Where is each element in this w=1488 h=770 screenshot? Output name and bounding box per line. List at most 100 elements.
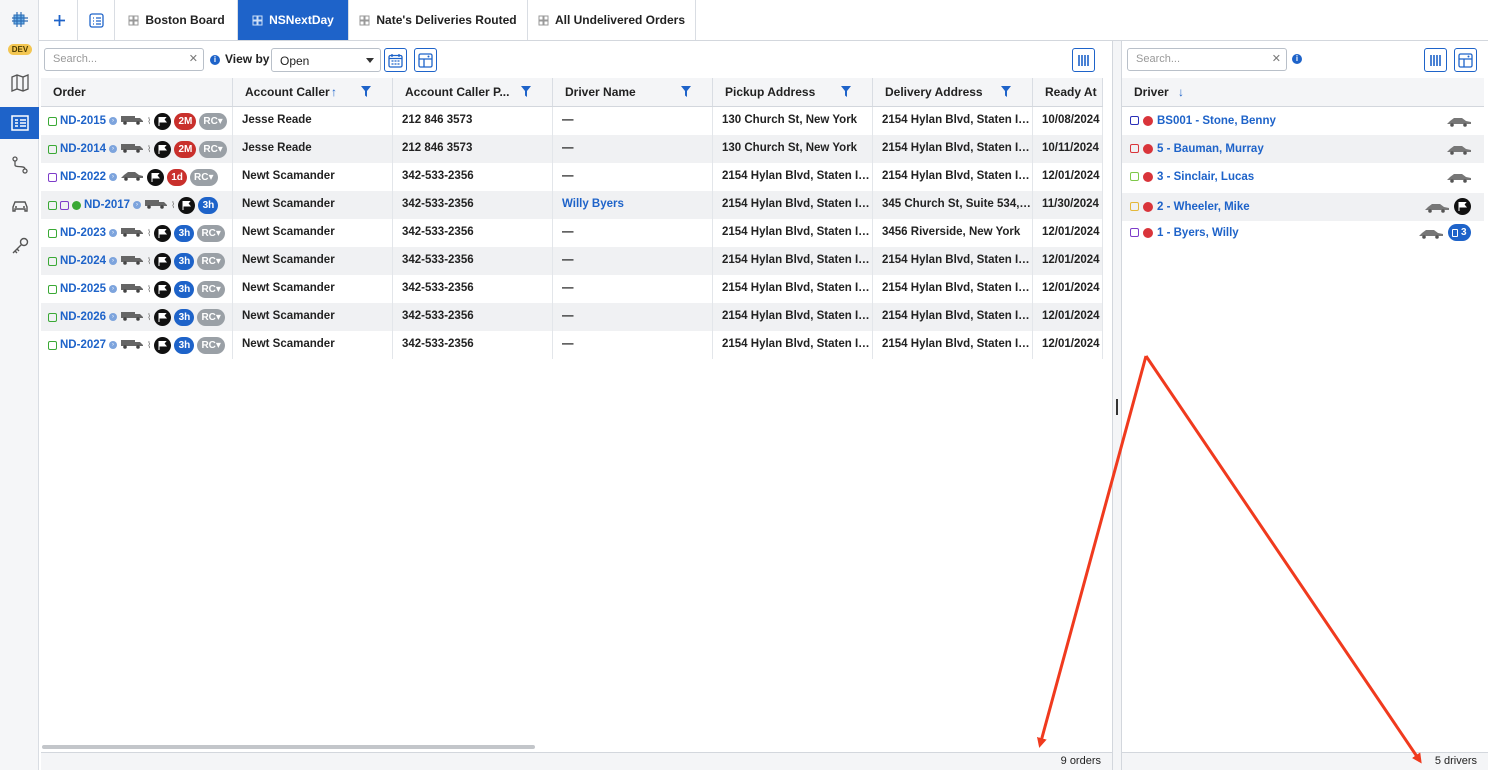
col-account-caller[interactable]: Account Caller ↑: [233, 78, 393, 106]
col-order[interactable]: Order: [41, 78, 233, 106]
flag-icon[interactable]: [154, 308, 172, 326]
driver-row[interactable]: BS001 - Stone, Benny: [1122, 107, 1484, 135]
order-id-link[interactable]: ND-2015: [60, 115, 106, 127]
table-row[interactable]: ND-2024 › ⌇ 3h RC▾ Newt Scamander 342-533-2356…: [41, 247, 1103, 275]
order-id-link[interactable]: ND-2014: [60, 143, 106, 155]
driver-row[interactable]: 5 - Bauman, Murray: [1122, 135, 1484, 163]
tab-boston-board[interactable]: Boston Board: [116, 0, 238, 40]
splitter-handle[interactable]: [1116, 399, 1118, 415]
order-cell[interactable]: ND-2027 › ⌇ 3h RC▾: [41, 331, 233, 359]
map-icon[interactable]: [0, 68, 39, 98]
driver-name-link[interactable]: 2 - Wheeler, Mike: [1157, 193, 1250, 221]
table-row[interactable]: ND-2027 › ⌇ 3h RC▾ Newt Scamander 342-533-2356…: [41, 331, 1103, 359]
rc-dropdown[interactable]: RC▾: [190, 168, 218, 186]
table-row[interactable]: ND-2025 › ⌇ 3h RC▾ Newt Scamander 342-533-2356…: [41, 275, 1103, 303]
flag-icon[interactable]: [154, 252, 172, 270]
col-account-caller-phone[interactable]: Account Caller P...: [393, 78, 553, 106]
col-ready-at[interactable]: Ready At: [1033, 78, 1103, 106]
order-cell[interactable]: ND-2014 › ⌇ 2M RC▾: [41, 135, 233, 163]
drivers-columns-button[interactable]: [1424, 48, 1447, 72]
clear-search-icon[interactable]: ✕: [189, 49, 198, 70]
order-id-link[interactable]: ND-2027: [60, 339, 106, 351]
table-row[interactable]: ND-2014 › ⌇ 2M RC▾ Jesse Reade 212 846 3573—13…: [41, 135, 1103, 163]
flag-icon[interactable]: [154, 280, 172, 298]
order-cell[interactable]: ND-2025 › ⌇ 3h RC▾: [41, 275, 233, 303]
col-driver[interactable]: Driver ↓: [1122, 78, 1484, 106]
order-cell[interactable]: ND-2024 › ⌇ 3h RC▾: [41, 247, 233, 275]
rc-dropdown[interactable]: RC▾: [199, 140, 227, 158]
filter-icon[interactable]: [841, 86, 851, 97]
orders-search-input[interactable]: Search... ✕: [44, 48, 204, 71]
view-by-select[interactable]: Open: [271, 48, 381, 72]
cell-driver[interactable]: Willy Byers: [553, 191, 713, 219]
driver-name-link[interactable]: BS001 - Stone, Benny: [1157, 107, 1276, 135]
driver-row[interactable]: 1 - Byers, Willy 3: [1122, 219, 1484, 247]
tab-nsnextday[interactable]: NSNextDay: [238, 0, 349, 40]
flag-icon[interactable]: [154, 224, 172, 242]
rc-dropdown[interactable]: RC▾: [197, 308, 225, 326]
flag-icon[interactable]: [154, 112, 172, 130]
order-cell[interactable]: ND-2015 › ⌇ 2M RC▾: [41, 107, 233, 135]
order-cell[interactable]: ND-2022 › 1d RC▾: [41, 163, 233, 191]
filter-icon[interactable]: [1001, 86, 1011, 97]
flag-icon[interactable]: [147, 168, 165, 186]
order-id-link[interactable]: ND-2017: [84, 199, 130, 211]
flag-icon[interactable]: [154, 140, 172, 158]
tab-nates-deliveries-routed[interactable]: Nate's Deliveries Routed: [349, 0, 528, 40]
col-delivery-address[interactable]: Delivery Address: [873, 78, 1033, 106]
driver-row[interactable]: 3 - Sinclair, Lucas: [1122, 163, 1484, 191]
filter-icon[interactable]: [521, 86, 531, 97]
flag-icon[interactable]: [178, 196, 196, 214]
tab-all-undelivered-orders[interactable]: All Undelivered Orders: [528, 0, 696, 40]
order-id-link[interactable]: ND-2025: [60, 283, 106, 295]
order-id-link[interactable]: ND-2026: [60, 311, 106, 323]
car-icon[interactable]: [0, 190, 39, 220]
rc-dropdown[interactable]: RC▾: [197, 336, 225, 354]
rc-dropdown[interactable]: RC▾: [197, 252, 225, 270]
info-icon[interactable]: i: [1292, 54, 1302, 64]
info-icon[interactable]: i: [210, 55, 220, 65]
col-driver-name[interactable]: Driver Name: [553, 78, 713, 106]
filter-icon[interactable]: [361, 86, 371, 97]
flag-icon[interactable]: [1454, 198, 1471, 215]
table-row[interactable]: ND-2017 › ⌇ 3h Newt Scamander 342-533-2356 Wil…: [41, 191, 1103, 219]
table-row[interactable]: ND-2026 › ⌇ 3h RC▾ Newt Scamander 342-533-2356…: [41, 303, 1103, 331]
tab-list-button[interactable]: [78, 0, 115, 40]
calendar-button[interactable]: [384, 48, 407, 72]
order-id-link[interactable]: ND-2024: [60, 255, 106, 267]
order-cell[interactable]: ND-2023 › ⌇ 3h RC▾: [41, 219, 233, 247]
driver-row[interactable]: 2 - Wheeler, Mike: [1122, 193, 1484, 221]
driver-app-icon: [1130, 116, 1139, 125]
drivers-search-input[interactable]: Search... ✕: [1127, 48, 1287, 71]
clear-search-icon[interactable]: ✕: [1272, 49, 1281, 70]
driver-order-count-badge[interactable]: 3: [1448, 224, 1471, 241]
order-id-link[interactable]: ND-2023: [60, 227, 106, 239]
route-icon[interactable]: [0, 150, 39, 180]
key-icon[interactable]: [0, 231, 39, 261]
driver-name-link[interactable]: 3 - Sinclair, Lucas: [1157, 163, 1254, 191]
drivers-settings-button[interactable]: [1454, 48, 1477, 72]
table-row[interactable]: ND-2022 › 1d RC▾ Newt Scamander 342-533-2356—…: [41, 163, 1103, 191]
filter-icon[interactable]: [681, 86, 691, 97]
col-pickup-address[interactable]: Pickup Address: [713, 78, 873, 106]
orders-columns-button[interactable]: [1072, 48, 1095, 72]
driver-name-link[interactable]: 5 - Bauman, Murray: [1157, 135, 1264, 163]
flag-icon[interactable]: [154, 336, 172, 354]
horizontal-scrollbar[interactable]: [42, 745, 535, 749]
rc-dropdown[interactable]: RC▾: [197, 280, 225, 298]
order-cell[interactable]: ND-2017 › ⌇ 3h: [41, 191, 233, 219]
driver-name-link[interactable]: 1 - Byers, Willy: [1157, 219, 1239, 247]
order-cell[interactable]: ND-2026 › ⌇ 3h RC▾: [41, 303, 233, 331]
sort-asc-icon[interactable]: ↑: [331, 78, 337, 106]
board-settings-button[interactable]: [414, 48, 437, 72]
order-id-link[interactable]: ND-2022: [60, 171, 106, 183]
table-row[interactable]: ND-2015 › ⌇ 2M RC▾ Jesse Reade 212 846 3573—13…: [41, 107, 1103, 135]
table-row[interactable]: ND-2023 › ⌇ 3h RC▾ Newt Scamander 342-533-2356…: [41, 219, 1103, 247]
pane-splitter[interactable]: [1112, 41, 1122, 770]
rc-dropdown[interactable]: RC▾: [199, 112, 227, 130]
logo-icon[interactable]: [0, 4, 39, 34]
rc-dropdown[interactable]: RC▾: [197, 224, 225, 242]
sort-desc-icon[interactable]: ↓: [1178, 78, 1184, 106]
add-tab-button[interactable]: [41, 0, 78, 40]
board-icon[interactable]: [0, 107, 39, 139]
